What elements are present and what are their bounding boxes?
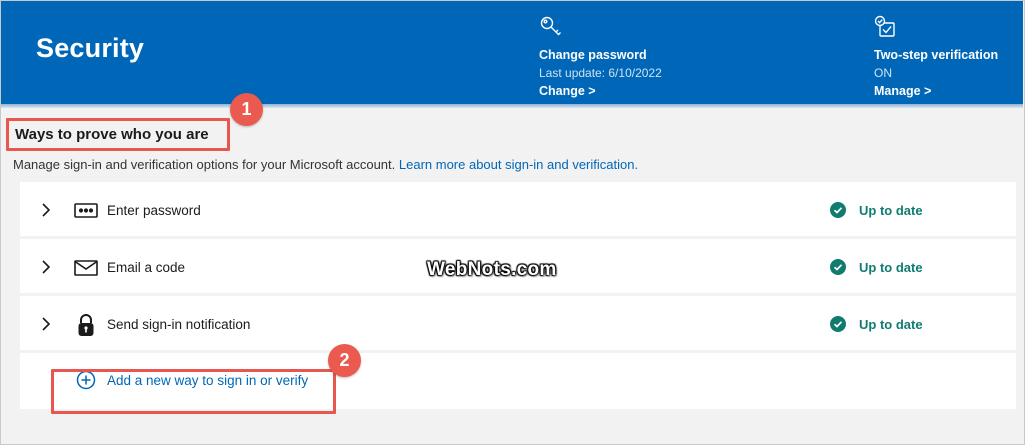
password-dots-icon [74,203,98,218]
method-status: Up to date [830,316,923,332]
method-label: Email a code [107,260,186,275]
header-shadow [1,104,1023,108]
status-text: Up to date [859,316,923,332]
change-password-title: Change password [539,48,647,62]
status-text: Up to date [859,259,923,275]
page-title: Security [36,33,145,63]
check-circle-icon [830,259,846,275]
method-row-password[interactable]: Enter password Up to date [20,182,1016,239]
status-text: Up to date [859,202,923,218]
chevron-right-icon[interactable] [40,317,52,331]
security-header: Security Change password Last update: 6/… [1,1,1023,108]
change-password-link[interactable]: Change > [539,84,662,98]
method-label: Send sign-in notification [107,317,251,332]
check-circle-icon [830,316,846,332]
watermark: WebNots.com [427,259,557,280]
check-circle-icon [830,202,846,218]
method-status: Up to date [830,259,923,275]
callout-number-2: 2 [328,344,361,377]
key-icon [540,16,561,36]
change-password-panel: Change password Last update: 6/10/2022 C… [539,15,662,98]
method-row-notification[interactable]: Send sign-in notification Up to date [20,296,1016,353]
chevron-right-icon[interactable] [40,203,52,217]
two-step-panel: Two-step verification ON Manage > [874,15,998,98]
envelope-icon [74,260,98,276]
lock-icon [78,314,94,336]
manage-two-step-link[interactable]: Manage > [874,84,998,98]
callout-number-1: 1 [230,93,263,126]
checklist-icon [874,15,895,37]
learn-more-link[interactable]: Learn more about sign-in and verificatio… [399,157,638,172]
method-status: Up to date [830,202,923,218]
two-step-title: Two-step verification [874,48,999,62]
description-text: Manage sign-in and verification options … [13,157,396,172]
password-last-update: Last update: 6/10/2022 [539,66,662,80]
chevron-right-icon[interactable] [40,260,52,274]
section-heading: Ways to prove who you are [15,126,209,143]
method-label: Enter password [107,203,201,218]
two-step-status: ON [874,66,892,80]
callout-box-2 [51,369,336,414]
section-description: Manage sign-in and verification options … [13,157,638,172]
